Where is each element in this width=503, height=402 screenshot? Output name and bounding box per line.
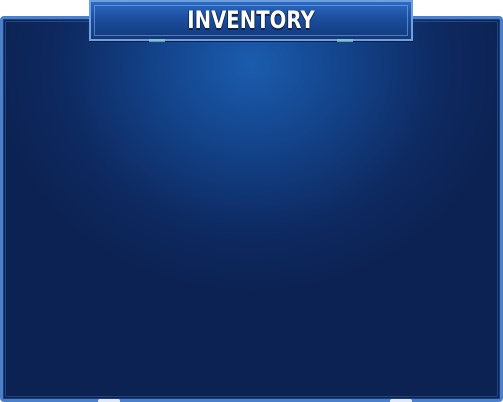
inventory-panel: [0, 16, 503, 402]
title-notch-right: [337, 39, 353, 42]
inventory-title: INVENTORY: [187, 6, 315, 34]
title-plate: INVENTORY: [89, 0, 413, 42]
panel-inner-border: [5, 21, 498, 397]
title-notch-left: [149, 39, 165, 42]
